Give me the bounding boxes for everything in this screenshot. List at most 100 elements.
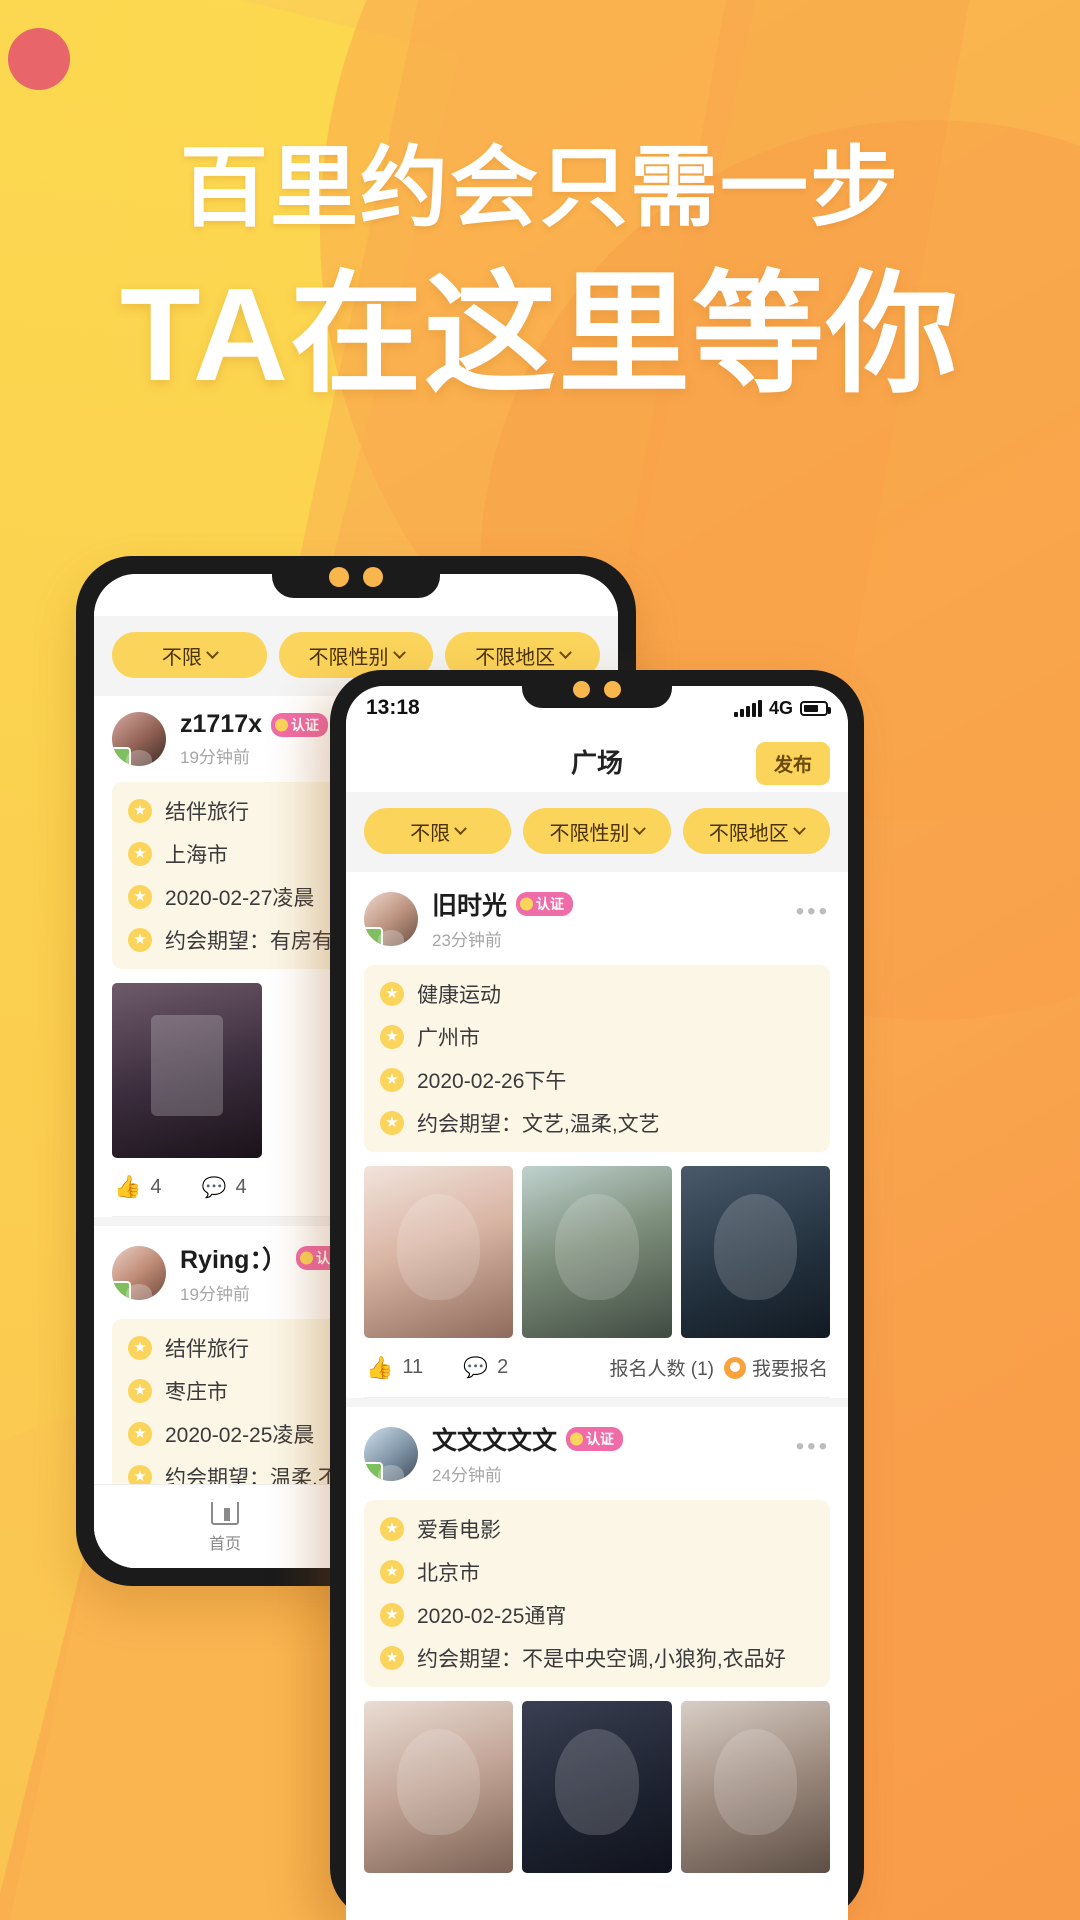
publish-button[interactable]: 发布 [755,742,830,785]
more-options-icon[interactable]: ••• [796,898,830,926]
notch-camera-dot [573,680,590,698]
front-post-0-info-text-3: 约会期望：文艺,温柔,文艺 [417,1113,660,1136]
star-icon [380,1068,404,1092]
post-photo[interactable] [364,1166,514,1338]
post-photo[interactable] [522,1701,672,1873]
notch-sensor-dot [604,680,621,698]
star-icon [380,1025,404,1049]
front-filter-chip-1[interactable]: 不限性别 [523,808,671,854]
post-photo[interactable] [364,1701,514,1873]
back-post-0-comment-count: 4 [235,1175,247,1198]
back-filter-chip-1-label: 不限性别 [308,646,389,669]
tab-home[interactable]: 首页 [94,1491,356,1554]
back-post-1-time: 19分钟前 [180,1285,250,1304]
back-filter-chip-0-label: 不限 [161,646,202,669]
front-post-0-comment-button[interactable]: 💬 2 [463,1355,508,1380]
avatar[interactable] [364,1426,418,1481]
front-filter-chip-2[interactable]: 不限地区 [682,808,830,854]
front-filter-chip-1-label: 不限性别 [549,822,630,845]
star-icon [380,1603,404,1627]
notch-camera-dot [329,567,349,587]
back-post-1-info-text-0: 结伴旅行 [165,1338,249,1361]
avatar-badge-icon [364,926,383,946]
back-post-0-photo[interactable] [112,983,262,1158]
front-post-1-info-row-1: 北京市 [380,1557,814,1587]
star-icon [380,982,404,1006]
status-time: 13:18 [366,696,420,719]
status-badge: 认证 [566,1427,624,1451]
thumbs-up-icon: 👍 [114,1174,142,1199]
back-post-0-like-button[interactable]: 👍 4 [114,1174,162,1200]
back-post-0-meta: z1717x 认证 19分钟前 [180,710,329,768]
home-icon [209,1491,245,1525]
star-icon [128,1422,152,1446]
front-post-1-info-row-2: 2020-02-25通宵 [380,1600,814,1630]
star-icon [128,1379,152,1403]
star-icon [380,1560,404,1584]
front-post-1-photos [364,1701,830,1873]
star-icon [380,1111,404,1135]
phone-notch-back [272,556,440,598]
front-post-0-info-text-2: 2020-02-26下午 [417,1070,567,1093]
chevron-down-icon [392,645,406,659]
back-post-0-comment-button[interactable]: 💬 4 [202,1175,247,1200]
front-filter-chip-2-label: 不限地区 [708,822,789,845]
more-options-icon[interactable]: ••• [796,1433,830,1461]
front-post-0-time: 23分钟前 [432,931,502,950]
signup-button[interactable]: 我要报名 [723,1354,828,1381]
signal-icon [733,699,762,717]
signup-count-label: 报名人数 (1) [609,1359,714,1380]
back-post-0-name-row: z1717x 认证 [180,710,329,739]
comment-icon: 💬 [201,1176,227,1199]
front-post-0-comment-count: 2 [497,1356,509,1378]
star-icon [128,842,152,866]
front-post-0-photos [364,1166,830,1338]
notch-sensor-dot [363,567,383,587]
avatar-badge-icon [364,1461,383,1481]
post-photo[interactable] [680,1701,830,1873]
front-post-1-info-text-1: 北京市 [417,1562,480,1585]
front-post-0-like-count: 11 [402,1356,424,1378]
front-feed-divider [346,1398,848,1407]
avatar[interactable] [364,891,418,946]
front-filter-chip-0[interactable]: 不限 [364,808,512,854]
star-icon [380,1646,404,1670]
phone-mockup-front: 13:18 4G 广场 发布 不限 不限性别 不限地区 旧时光 认证 23分钟前… [330,670,864,1920]
front-post-0-signup-area: 报名人数 (1) 我要报名 [609,1354,828,1381]
front-post-1-info: 爱看电影 北京市 2020-02-25通宵 约会期望：不是中央空调,小 [364,1500,830,1687]
front-post-0-name-row: 旧时光 认证 [432,886,574,922]
front-post-0-like-button[interactable]: 👍 11 [366,1355,423,1381]
back-post-1-username: Rying：） [180,1246,287,1274]
front-post-0-actions: 👍 11 💬 2 报名人数 (1) 我要报名 [364,1338,830,1398]
front-post-0-info-row-2: 2020-02-26下午 [380,1065,814,1095]
front-post-1-name-row: 文文文文文 认证 [432,1421,624,1457]
back-post-0-info-text-3: 约会期望：有房有车 [165,930,354,953]
front-post-0-meta: 旧时光 认证 23分钟前 [432,886,574,951]
front-post-0-header: 旧时光 认证 23分钟前 ••• [364,886,830,951]
front-post-1-info-row-0: 爱看电影 [380,1514,814,1544]
chevron-down-icon [792,821,806,835]
battery-icon [800,700,831,716]
status-indicators: 4G [733,698,831,719]
chevron-down-icon [559,645,573,659]
avatar-badge-icon [112,1280,131,1300]
post-photo[interactable] [522,1166,672,1338]
chevron-down-icon [205,645,219,659]
back-post-0-time: 19分钟前 [180,748,250,767]
front-phone-screen: 13:18 4G 广场 发布 不限 不限性别 不限地区 旧时光 认证 23分钟前… [346,686,848,1920]
front-post-1-info-text-2: 2020-02-25通宵 [417,1605,567,1628]
avatar[interactable] [112,1245,166,1300]
back-filter-chip-0[interactable]: 不限 [112,632,267,678]
front-post-0[interactable]: 旧时光 认证 23分钟前 ••• 健康运动 [346,872,848,1398]
chevron-down-icon [633,821,647,835]
thumbs-up-icon: 👍 [366,1354,394,1380]
front-feed-list: 旧时光 认证 23分钟前 ••• 健康运动 [346,872,848,1873]
star-icon [128,885,152,909]
avatar[interactable] [112,712,166,766]
front-post-1[interactable]: 文文文文文 认证 24分钟前 ••• 爱看电影 [346,1407,848,1873]
front-post-1-username: 文文文文文 [432,1427,558,1455]
star-icon [380,1517,404,1541]
person-icon [723,1356,746,1379]
back-filter-chip-2-label: 不限地区 [475,646,556,669]
post-photo[interactable] [680,1166,830,1338]
